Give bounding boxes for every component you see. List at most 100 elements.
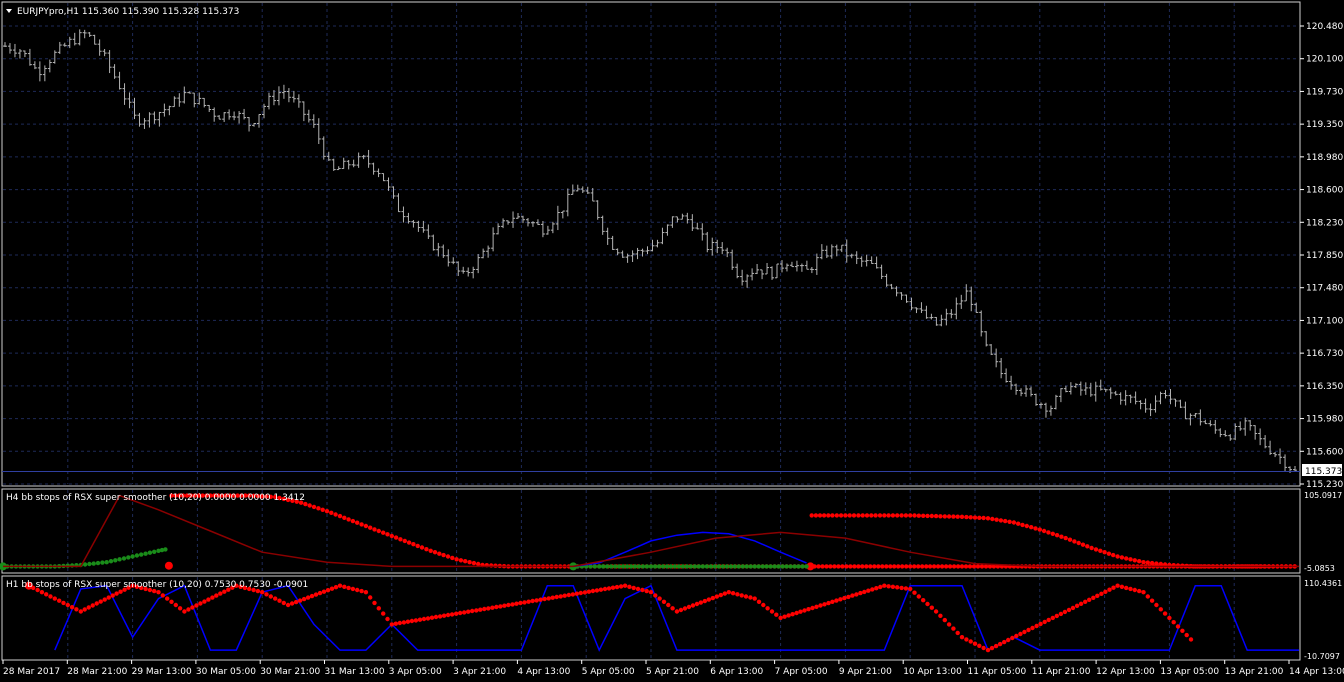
stop-dot [931, 564, 937, 569]
stop-dot [993, 643, 999, 649]
stop-dot [854, 592, 859, 597]
stop-dot [467, 560, 472, 565]
price-axis[interactable]: 120.480 120.100 119.730 119.350 118.980 118.6… [1300, 22, 1343, 490]
stop-dot [1137, 588, 1142, 594]
stop-dot [959, 635, 965, 640]
stop-dot [664, 564, 670, 569]
stop-dot [1030, 625, 1035, 631]
stop-dot [768, 564, 773, 569]
stop-dot [1046, 617, 1051, 623]
stop-dot [449, 612, 455, 617]
stop-dot [413, 618, 419, 623]
stop-dot [843, 513, 848, 518]
stop-dot [884, 564, 889, 569]
stop-dot [39, 590, 45, 595]
stop-dot [381, 530, 386, 535]
time-tick-label: 3 Apr 21:00 [453, 667, 506, 677]
stop-dot [862, 589, 867, 595]
stop-dot [964, 637, 969, 642]
stop-dot [1087, 597, 1092, 602]
stop-dot [877, 513, 883, 518]
stop-dot [660, 564, 666, 569]
stop-dot [1002, 639, 1007, 645]
stop-dot [929, 513, 934, 519]
stop-dot [98, 599, 103, 604]
stop-dot [289, 601, 295, 606]
stop-dot [981, 515, 986, 521]
stop-dot [822, 602, 827, 607]
time-tick-label: 13 Apr 21:00 [1225, 667, 1284, 677]
stop-dot [182, 609, 187, 614]
stop-dot [1091, 595, 1096, 600]
time-tick-label: 4 Apr 13:00 [517, 667, 570, 677]
stop-dot [735, 592, 740, 597]
stop-dot [618, 584, 624, 589]
stop-dot [732, 564, 737, 569]
stop-dot [169, 599, 174, 604]
time-tick-label: 28 Mar 2017 [3, 667, 60, 677]
stop-dot [592, 564, 597, 569]
stop-dot [908, 586, 913, 592]
stop-dot [95, 560, 101, 566]
stop-dot [682, 606, 688, 611]
stop-dot [130, 554, 135, 559]
stop-dot [834, 598, 839, 603]
stop-dot [108, 559, 114, 564]
stop-dot [385, 616, 390, 622]
stop-dot [946, 622, 952, 627]
stop-dot [385, 532, 390, 537]
stop-dot [474, 608, 479, 613]
stop-dot [65, 602, 71, 608]
stop-dot [792, 564, 797, 569]
stop-dot [888, 564, 893, 569]
stop-dot [892, 564, 897, 569]
stop-dot [869, 513, 874, 518]
stop-dot [752, 596, 757, 601]
stop-dot [522, 600, 527, 605]
time-tick-label: 5 Apr 21:00 [646, 667, 699, 677]
stop-dot [333, 585, 339, 590]
stop-dot [782, 614, 787, 619]
stop-dot [606, 586, 612, 591]
stop-dot [878, 584, 883, 590]
stop-dot [886, 513, 891, 518]
h1-indicator-title: H1 bb stops of RSX super smoother (10,20… [6, 580, 308, 590]
price-tick-label: 115.980 [1306, 415, 1343, 425]
stop-dot [864, 513, 870, 518]
stop-dot [890, 513, 896, 518]
stop-dot [433, 614, 439, 620]
stop-dot [104, 560, 109, 565]
stop-dot [91, 561, 96, 566]
stop-dot [1093, 547, 1099, 552]
time-tick-label: 5 Apr 05:00 [582, 667, 635, 677]
stop-dot [393, 535, 399, 540]
stop-dot [955, 630, 960, 636]
stop-dot [333, 512, 338, 517]
stop-dot [903, 586, 909, 591]
stop-dot [968, 515, 973, 520]
stop-dot [397, 620, 402, 626]
stop-dot [912, 590, 917, 595]
time-tick-label: 7 Apr 05:00 [775, 667, 828, 677]
stop-dot [1128, 586, 1133, 592]
stop-dot [653, 593, 658, 598]
stop-dot [800, 564, 805, 569]
stop-dot [514, 601, 519, 606]
stop-dot [342, 584, 347, 589]
stop-dot [206, 597, 211, 602]
stop-dot [1050, 615, 1056, 621]
stop-dot [359, 522, 364, 527]
stop-dot [471, 560, 477, 566]
stop-dot [313, 592, 319, 597]
stop-dot [842, 595, 847, 601]
price-tick-label: 118.230 [1306, 218, 1343, 228]
stop-dot [921, 513, 926, 518]
stop-dot [668, 564, 674, 569]
stop-dot [644, 588, 649, 594]
stop-dot [882, 513, 887, 518]
stop-dot [955, 514, 960, 519]
stop-dot [1080, 542, 1086, 547]
stop-dot [832, 564, 837, 569]
stop-dot [796, 564, 801, 569]
stop-dot [868, 564, 873, 569]
